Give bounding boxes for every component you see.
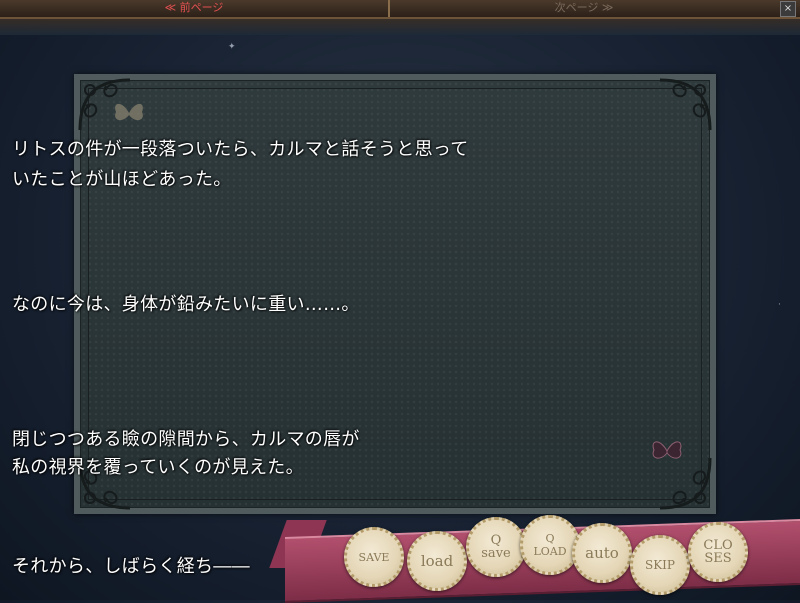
save-label: SAVE: [358, 550, 390, 564]
quick-load-label-top: Q: [545, 532, 555, 545]
next-page-button[interactable]: 次ページ ≫: [390, 0, 778, 17]
dialogue-line: それから、しばらく経ち――: [12, 556, 250, 577]
prev-page-button[interactable]: ≪ 前ページ: [0, 0, 388, 17]
header-band: [0, 19, 800, 35]
dialogue-line: 閉じつつある瞼の隙間から、カルマの唇が: [12, 429, 360, 450]
ornament-corner-icon: [659, 78, 712, 131]
quick-save-label-bottom: save: [481, 546, 511, 561]
close-menu-button[interactable]: CLO SES: [688, 522, 748, 582]
dialogue-line: いたことが山ほどあった。: [12, 169, 232, 190]
save-button[interactable]: SAVE: [344, 527, 404, 587]
butterfly-icon: [115, 103, 143, 121]
dialogue-line: リトスの件が一段落ついたら、カルマと話そうと思って: [12, 139, 469, 160]
close-label-bottom: SES: [704, 551, 732, 566]
dialogue-line: なのに今は、身体が鉛みたいに重い……。: [12, 294, 360, 315]
load-button[interactable]: load: [407, 531, 467, 591]
quick-load-label-bottom: LOAD: [533, 545, 567, 558]
skip-label: SKIP: [645, 557, 675, 572]
close-icon[interactable]: ×: [780, 1, 796, 17]
sparkle-icon: ·: [778, 300, 781, 310]
sparkle-icon: ✦: [228, 42, 236, 52]
skip-button[interactable]: SKIP: [630, 535, 690, 595]
auto-button[interactable]: auto: [572, 523, 632, 583]
page-nav-bar: ≪ 前ページ 次ページ ≫ ×: [0, 0, 800, 19]
butterfly-icon: [652, 441, 682, 459]
load-label: load: [420, 551, 454, 570]
quick-load-button[interactable]: Q LOAD: [520, 515, 580, 575]
auto-label: auto: [585, 543, 619, 562]
quick-save-button[interactable]: Q save: [466, 517, 526, 577]
dialogue-line: 私の視界を覆っていくのが見えた。: [12, 457, 304, 478]
